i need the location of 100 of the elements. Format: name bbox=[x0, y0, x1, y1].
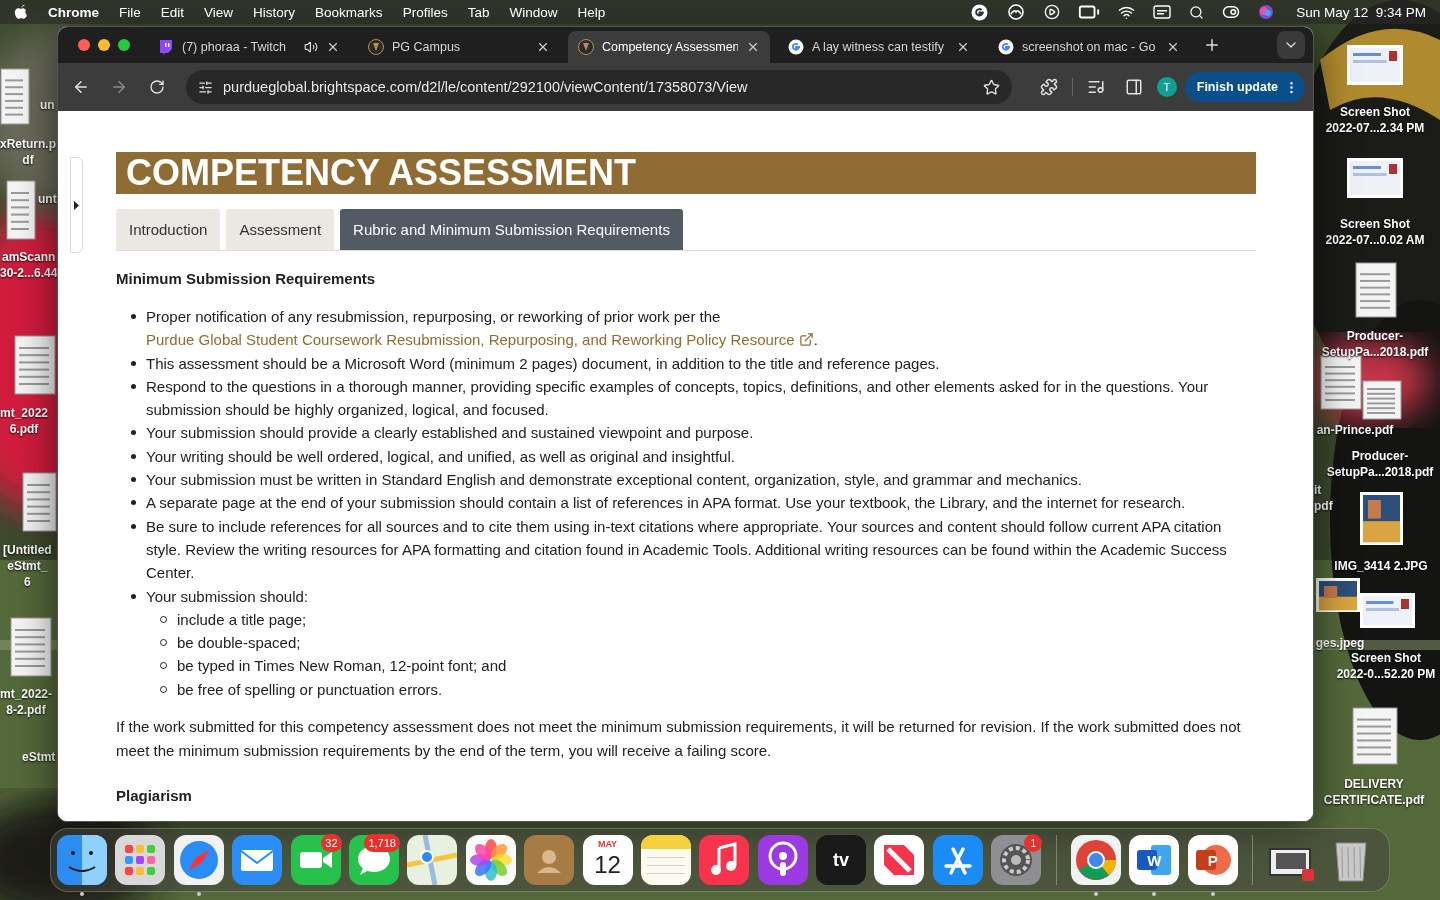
requirement-text: include a title page; bbox=[177, 609, 308, 630]
favicon-icon bbox=[158, 39, 174, 55]
compass-icon bbox=[173, 835, 224, 885]
reload-icon bbox=[149, 79, 165, 95]
document-thumbnail-icon[interactable] bbox=[10, 617, 52, 677]
browser-tab[interactable]: PG Campus bbox=[358, 31, 560, 63]
requirement-text: be typed in Times New Roman, 12-point font; and bbox=[177, 656, 508, 677]
apple-icon[interactable] bbox=[14, 4, 28, 20]
menu-item[interactable]: Chrome bbox=[38, 4, 109, 20]
g-logo-icon[interactable] bbox=[971, 3, 989, 21]
close-icon[interactable] bbox=[326, 40, 340, 54]
dock-item[interactable]: tv bbox=[816, 835, 867, 897]
bullet-icon bbox=[131, 477, 136, 483]
document-thumbnail-icon[interactable] bbox=[1352, 707, 1398, 765]
file-name: Screen Shot 2022-0...52.20 PM bbox=[1336, 650, 1436, 682]
control-center-icon[interactable] bbox=[1222, 3, 1241, 21]
section-heading: Minimum Submission Requirements bbox=[116, 269, 377, 289]
requirement-text: Your submission must be written in Standard English and demonstrate exceptional content, organization, style, and grammar and mechanics. bbox=[146, 470, 1083, 491]
speaker-icon[interactable] bbox=[304, 40, 318, 54]
bookmark-star-icon[interactable] bbox=[982, 78, 1000, 96]
document-thumbnail-icon[interactable] bbox=[6, 180, 36, 240]
menu-item[interactable]: View bbox=[194, 4, 244, 20]
menu-item[interactable]: Bookmarks bbox=[305, 4, 393, 20]
play-icon[interactable] bbox=[1044, 4, 1061, 20]
dock-item[interactable]: 1 bbox=[991, 835, 1042, 897]
bullet-icon bbox=[131, 593, 136, 599]
content-tab[interactable]: Rubric and Minimum Submission Requirements bbox=[340, 209, 683, 250]
menu-item[interactable]: Help bbox=[567, 4, 616, 20]
requirement-text: Your submission should provide a clearly established and sustained viewpoint and purpose. bbox=[146, 423, 755, 444]
file-name: [Untitled eStmt_ 6 bbox=[3, 542, 52, 590]
dock-item[interactable]: 32 bbox=[290, 835, 341, 897]
dock-item[interactable]: P bbox=[1187, 835, 1238, 897]
menu-item[interactable]: File bbox=[109, 4, 151, 20]
file-name: Screen Shot 2022-07...2.34 PM bbox=[1325, 104, 1425, 136]
menu-item[interactable]: Tab bbox=[457, 4, 500, 20]
requirement-text: be free of spelling or punctuation errors. bbox=[177, 679, 444, 700]
favicon-icon bbox=[368, 39, 384, 55]
chrome-icon bbox=[1071, 835, 1122, 885]
document-thumbnail-icon[interactable] bbox=[0, 68, 30, 125]
policy-link[interactable]: Purdue Global Student Coursework Resubmission, Repurposing, and Reworking Policy Resource bbox=[146, 331, 814, 349]
file-name: DELIVERY CERTIFICATE.pdf bbox=[1323, 776, 1425, 808]
requirement-text: Proper notification of any resubmission, repurposing, or reworking of prior work per the Purdue Global Student Coursework Resubmission, Repurposing, and Reworking Policy Resource . bbox=[146, 307, 819, 351]
browser-tab[interactable]: A lay witness can testify bbox=[778, 31, 980, 63]
dock-item[interactable] bbox=[1071, 835, 1122, 897]
requirement-text: be double-spaced; bbox=[177, 633, 302, 654]
dock-item[interactable] bbox=[173, 835, 224, 897]
calendar-icon bbox=[582, 835, 633, 885]
search-icon[interactable] bbox=[1189, 4, 1205, 20]
content-tab[interactable]: Introduction bbox=[116, 209, 221, 250]
clock[interactable]: Sun May 12 9:34 PM bbox=[1296, 4, 1426, 20]
address-bar[interactable]: purdueglobal.brightspace.com/d2l/le/content/292100/viewContent/17358073/View bbox=[186, 70, 1012, 104]
site-settings-icon[interactable] bbox=[198, 79, 213, 95]
keyboard-icon[interactable] bbox=[1153, 5, 1172, 19]
dock-item[interactable]: MAY 12 bbox=[582, 835, 633, 897]
tab-search-button[interactable] bbox=[1277, 31, 1305, 59]
finish-update-button[interactable]: Finish update bbox=[1184, 72, 1305, 102]
contacts-icon bbox=[524, 835, 575, 885]
file-name: un bbox=[40, 97, 55, 113]
file-name: Screen Shot 2022-07...0.02 AM bbox=[1325, 216, 1425, 248]
screenshot-thumbnail-icon[interactable] bbox=[1360, 593, 1415, 628]
minimize-window-button[interactable] bbox=[98, 39, 110, 51]
zoom-window-button[interactable] bbox=[118, 39, 130, 51]
image-thumbnail-icon[interactable] bbox=[1360, 492, 1403, 545]
menu-item[interactable]: Window bbox=[499, 4, 568, 20]
screenshot-thumbnail-icon[interactable] bbox=[1347, 45, 1403, 85]
close-icon[interactable] bbox=[746, 40, 760, 54]
document-thumbnail-icon[interactable] bbox=[14, 335, 56, 395]
running-indicator-icon bbox=[196, 892, 201, 896]
orb-icon[interactable] bbox=[1258, 4, 1275, 20]
screenshot-thumbnail-icon[interactable] bbox=[1347, 158, 1403, 198]
requirement-text: Respond to the questions in a thorough manner, providing specific examples of concepts, topics, definitions, and other elements asked for in the questions. Your submission should be highly organized, logical, and focused. bbox=[146, 376, 1210, 421]
podcast-icon bbox=[757, 835, 808, 885]
menu-item[interactable]: Profiles bbox=[392, 4, 458, 20]
browser-tab[interactable]: Competency Assessmen bbox=[568, 31, 770, 63]
panel-toggle-button[interactable] bbox=[70, 157, 83, 253]
news-icon bbox=[874, 835, 925, 885]
cloud-icon[interactable] bbox=[1006, 4, 1027, 20]
page-banner: COMPETENCY ASSESSMENT bbox=[116, 152, 1256, 194]
puzzle-icon bbox=[1039, 78, 1058, 96]
close-icon[interactable] bbox=[536, 40, 550, 54]
running-indicator-icon bbox=[1152, 892, 1157, 896]
browser-tab[interactable]: (7) phoraa - Twitch bbox=[148, 31, 350, 63]
requirement-text: Your writing should be well ordered, logical, and unified, as well as original and insightful. bbox=[146, 446, 736, 467]
menu-item[interactable]: History bbox=[243, 4, 306, 20]
close-icon[interactable] bbox=[1166, 40, 1180, 54]
dock-item[interactable]: 1,718 bbox=[348, 835, 399, 897]
close-window-button[interactable] bbox=[78, 39, 90, 51]
tv-icon bbox=[816, 835, 867, 885]
image-thumbnail-icon[interactable] bbox=[1316, 578, 1360, 612]
document-thumbnail-icon[interactable] bbox=[1355, 262, 1397, 318]
dock-item[interactable] bbox=[57, 835, 107, 897]
content-tab[interactable]: Assessment bbox=[226, 209, 335, 250]
close-icon[interactable] bbox=[956, 40, 970, 54]
document-thumbnail-icon[interactable] bbox=[22, 472, 57, 532]
document-thumbnail-icon[interactable] bbox=[1362, 380, 1402, 420]
menu-item[interactable]: Edit bbox=[150, 4, 195, 20]
dock-item[interactable]: W bbox=[1129, 835, 1180, 897]
bullet-icon bbox=[131, 314, 136, 319]
browser-tab[interactable]: screenshot on mac - Go bbox=[988, 31, 1190, 63]
bullet-icon bbox=[131, 360, 136, 366]
